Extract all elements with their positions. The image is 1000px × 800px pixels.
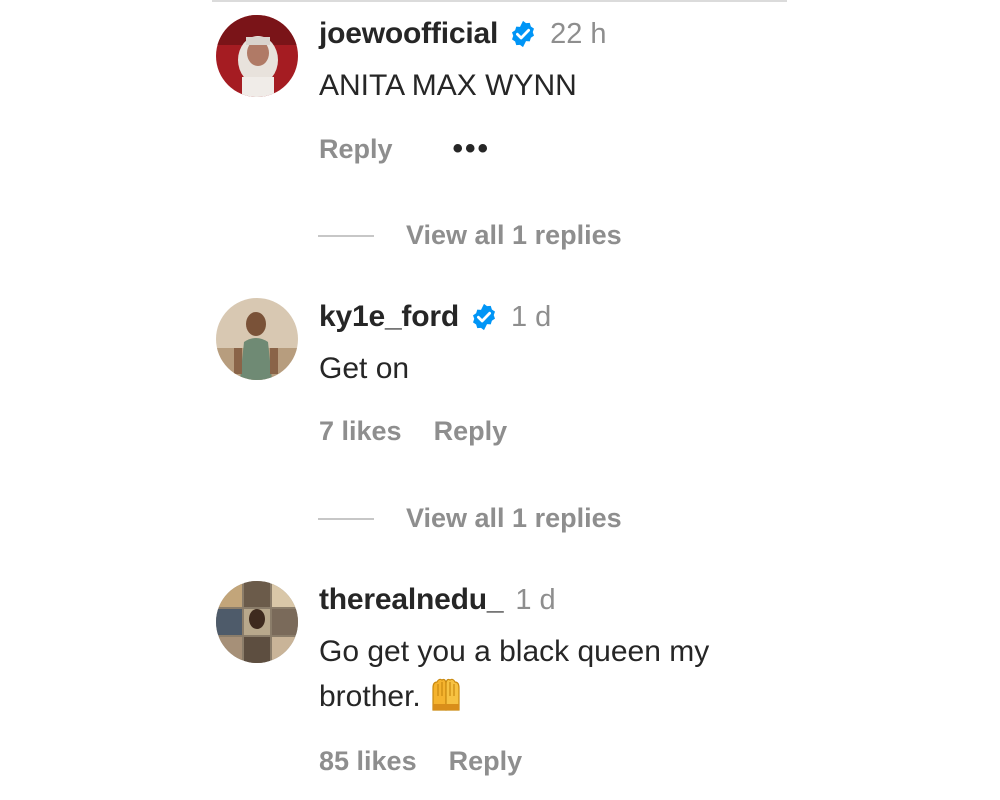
comment-text: Get on [319,352,410,385]
comment-actions: 85 likes Reply [319,746,522,777]
comment-text: Go get you a black queen my brother. [319,629,809,719]
more-options-icon[interactable]: ••• [453,132,491,166]
verified-badge-icon [508,19,538,49]
view-replies-button[interactable]: View all 1 replies [318,220,622,251]
comment-header: therealnedu_ 1 d [319,583,556,617]
view-replies-label: View all 1 replies [406,503,622,533]
raising-hands-emoji-icon [427,674,465,712]
comment-actions: 7 likes Reply [319,416,507,447]
comment-text: ANITA MAX WYNN [319,69,577,102]
avatar[interactable] [216,298,298,380]
comment-text-content: Go get you a black queen my brother. [319,635,710,713]
top-divider [212,0,787,2]
comment-header: joewoofficial 22 h [319,17,607,51]
likes-count[interactable]: 85 likes [319,746,417,777]
comment-actions: Reply ••• [319,132,490,166]
avatar[interactable] [216,581,298,663]
view-replies-label: View all 1 replies [406,220,622,250]
reply-button[interactable]: Reply [434,416,508,447]
username[interactable]: therealnedu_ [319,583,504,617]
avatar[interactable] [216,15,298,97]
replies-divider-line [318,517,374,520]
comment-timestamp[interactable]: 1 d [511,301,551,334]
comment-timestamp[interactable]: 22 h [550,18,606,51]
username[interactable]: joewoofficial [319,17,498,51]
username[interactable]: ky1e_ford [319,300,459,334]
replies-divider-line [318,234,374,237]
comment-header: ky1e_ford 1 d [319,300,551,334]
reply-button[interactable]: Reply [449,746,523,777]
reply-button[interactable]: Reply [319,134,393,165]
view-replies-button[interactable]: View all 1 replies [318,503,622,534]
comment-timestamp[interactable]: 1 d [515,584,555,617]
verified-badge-icon [469,302,499,332]
likes-count[interactable]: 7 likes [319,416,402,447]
